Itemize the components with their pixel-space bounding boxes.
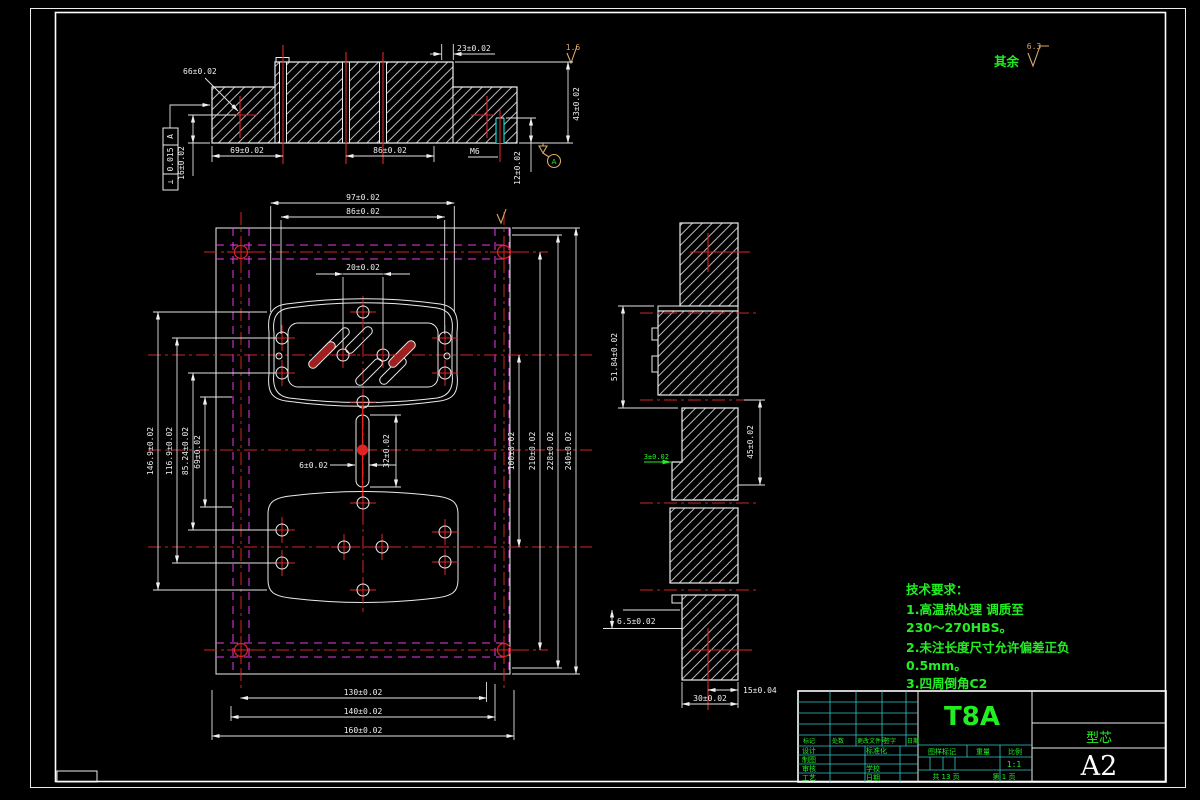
- dim-66: 66±0.02: [183, 67, 217, 76]
- fcf-perpendicularity-icon: ⊥: [166, 179, 175, 184]
- dim-146-9: 146.9±0.02: [146, 427, 155, 475]
- tech-req-line: 2.未注长度尺寸允许偏差正负: [906, 640, 1069, 655]
- tech-req-line: 230～270HBS。: [906, 620, 1012, 635]
- general-roughness-note: 其余 6.3: [994, 42, 1049, 69]
- row-design: 设计: [802, 746, 816, 755]
- rev-col-date: 日期: [907, 737, 919, 745]
- fcf-datum: A: [166, 134, 175, 139]
- dim-43: 43±0.02: [572, 87, 581, 121]
- dim-240: 240±0.02: [564, 432, 573, 471]
- dim-85-24: 85.24±0.02: [181, 427, 190, 475]
- dim-86-front: 86±0.02: [373, 146, 407, 155]
- dim-116-9: 116.9±0.02: [165, 427, 174, 475]
- dim-12: 12±0.02: [513, 151, 522, 185]
- dim-3-step: 3±0.02: [644, 453, 669, 461]
- dim-6-5: 6.5±0.02: [617, 617, 656, 626]
- scale-value: 1:1: [1007, 760, 1022, 769]
- dim-140: 140±0.02: [344, 707, 383, 716]
- dim-slot-width: 6±0.02: [299, 461, 328, 470]
- tech-req-line: 3.四周倒角C2: [906, 676, 987, 691]
- cad-drawing-canvas: 66±0.02 23±0.02 1.6 43±0.02 69±0.02 86±0…: [0, 0, 1200, 800]
- row-check: 审核: [802, 764, 816, 773]
- dim-97: 97±0.02: [346, 193, 380, 202]
- tech-req-title: 技术要求：: [906, 582, 969, 597]
- row-school: 学校: [866, 764, 880, 773]
- plan-view: 32±0.02 6±0.02 97±0.02 86±0.02 20±0.02 1…: [146, 193, 592, 740]
- fcf-tolerance: 0.015: [166, 147, 175, 171]
- dim-228: 228±0.02: [546, 432, 555, 471]
- stamp-label: 图样标记: [928, 747, 956, 756]
- dim-23: 23±0.02: [457, 44, 491, 53]
- pages-total: 共 13 页: [932, 772, 959, 781]
- center-slot: 32±0.02 6±0.02: [299, 405, 401, 497]
- title-block: T8A 型芯 A2 标记 处数 更改文件号 签字 日期 设计 标准化 制图 审核…: [797, 690, 1167, 783]
- datum-a-label: A: [552, 158, 557, 166]
- dim-51-84: 51.84±0.02: [610, 333, 619, 381]
- dim-86-plan: 86±0.02: [346, 207, 380, 216]
- other-surfaces-label: 其余: [994, 54, 1020, 69]
- roughness-icon-plan: [496, 208, 507, 225]
- front-section-view: 66±0.02 23±0.02 1.6 43±0.02 69±0.02 86±0…: [162, 43, 581, 191]
- dim-69-plan: 69±0.02: [193, 435, 202, 469]
- technical-requirements: 技术要求： 1.高温热处理 调质至 230～270HBS。 2.未注长度尺寸允许…: [906, 582, 1069, 691]
- thread-note-m6: M6: [470, 147, 480, 156]
- dim-130: 130±0.02: [344, 688, 383, 697]
- datum-flag: A: [538, 143, 562, 169]
- engineering-drawing: 66±0.02 23±0.02 1.6 43±0.02 69±0.02 86±0…: [30, 8, 1186, 788]
- row-process: 工艺: [802, 774, 816, 782]
- row-draft: 制图: [802, 755, 816, 764]
- dim-30: 30±0.02: [693, 694, 727, 703]
- scale-label: 比例: [1008, 747, 1022, 756]
- rev-col-sign: 签字: [884, 737, 896, 745]
- row-date: 日期: [866, 774, 880, 782]
- material-label: T8A: [944, 702, 1000, 732]
- sheet-size: A2: [1080, 751, 1118, 782]
- page-current: 第 1 页: [993, 772, 1016, 781]
- rev-col-mark: 标记: [803, 737, 815, 745]
- dim-45: 45±0.02: [746, 425, 755, 459]
- tech-req-line: 1.高温热处理 调质至: [906, 602, 1024, 617]
- dim-210: 210±0.02: [528, 432, 537, 471]
- feature-control-frame: A 0.015 ⊥: [162, 102, 211, 191]
- tech-req-line: 0.5mm。: [906, 658, 967, 673]
- dim-69: 69±0.02: [230, 146, 264, 155]
- dim-100: 100±0.02: [507, 432, 516, 471]
- dim-160: 160±0.02: [344, 726, 383, 735]
- row-standardization: 标准化: [866, 746, 887, 755]
- rev-col-count: 处数: [832, 737, 844, 745]
- side-section-view: 51.84±0.02 45±0.02 3±0.02 6.5±0.02 15±0.…: [603, 222, 777, 710]
- drawing-frame: [30, 8, 1186, 788]
- part-name: 型芯: [1086, 731, 1112, 746]
- rev-col-docno: 更改文件号: [857, 737, 887, 745]
- roughness-1-6: 1.6: [566, 43, 581, 52]
- dim-15: 15±0.04: [743, 686, 777, 695]
- weight-label: 重量: [976, 748, 990, 756]
- dim-20: 20±0.02: [346, 263, 380, 272]
- dim-slot-height: 32±0.02: [382, 434, 391, 468]
